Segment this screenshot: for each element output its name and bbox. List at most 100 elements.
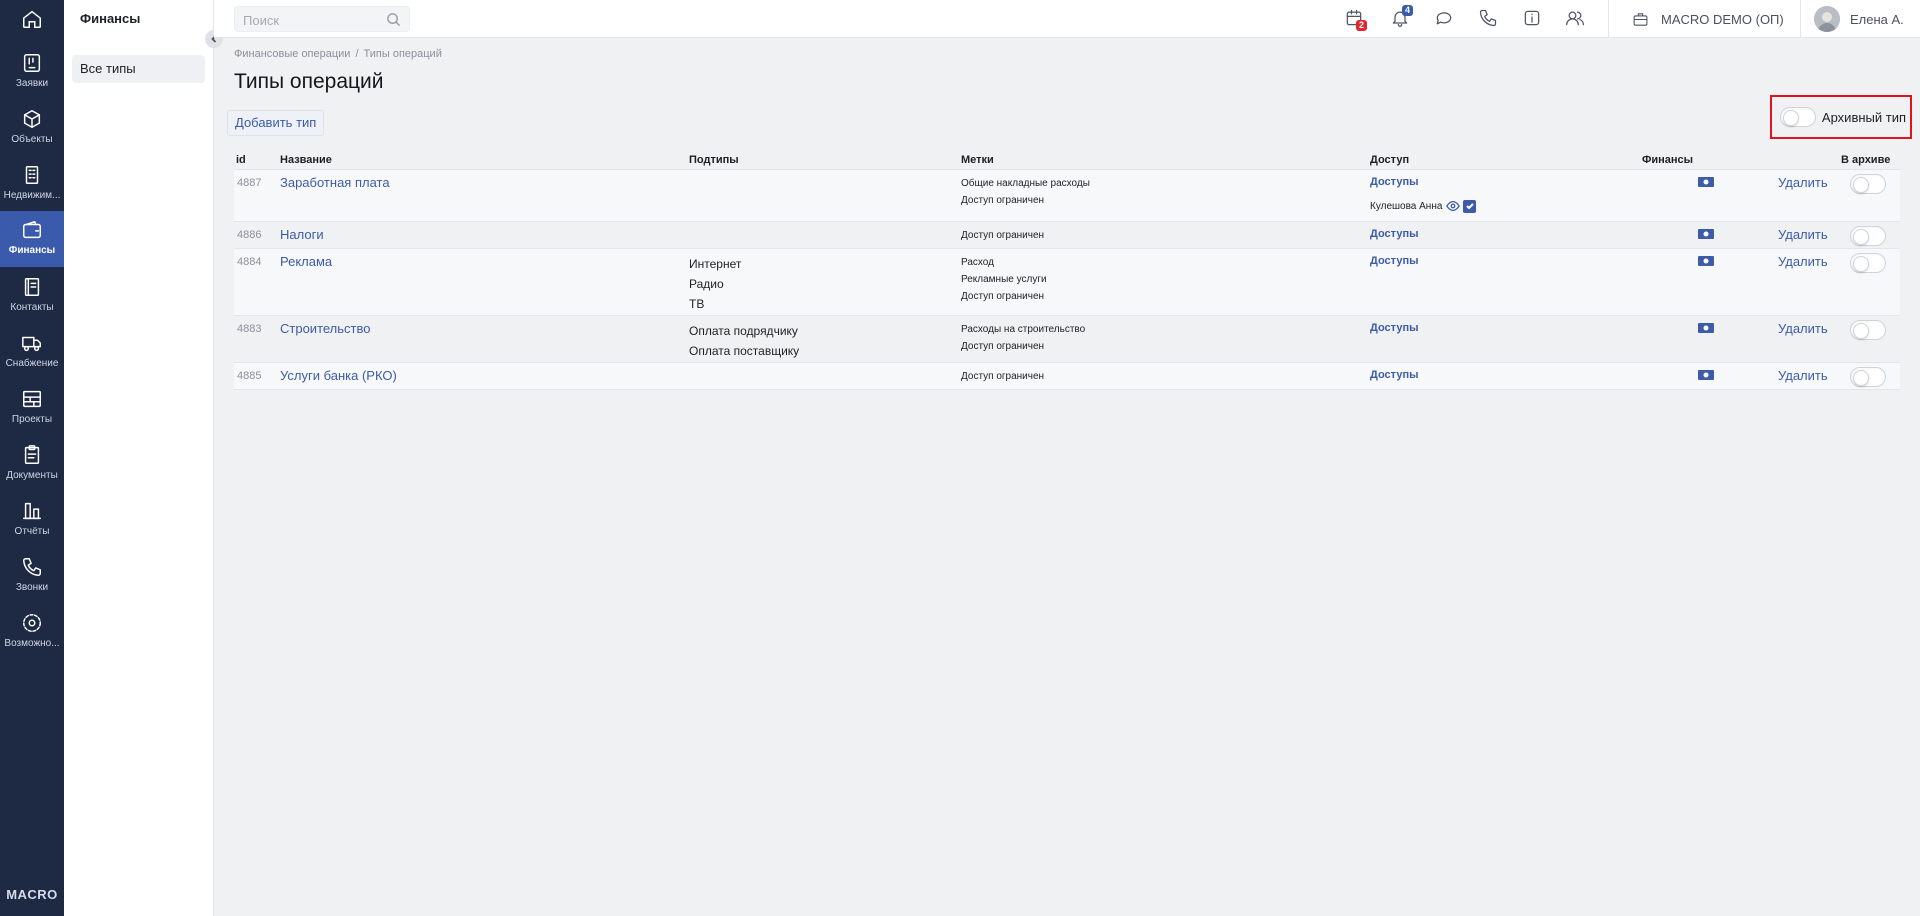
search-input[interactable] <box>243 11 383 29</box>
rail-item-requests[interactable]: Заявки <box>0 44 64 100</box>
rail-item-objects[interactable]: Объекты <box>0 100 64 156</box>
delete-link[interactable]: Удалить <box>1778 227 1828 242</box>
rail-item-contacts[interactable]: Контакты <box>0 268 64 324</box>
finance-icon[interactable] <box>1697 254 1715 271</box>
subtype: Радио <box>689 277 724 291</box>
access-checkbox[interactable] <box>1463 199 1477 213</box>
row-tags: Расходы на строительство Доступ ограниче… <box>961 321 1085 355</box>
finance-icon[interactable] <box>1697 227 1715 244</box>
tag: Расход <box>961 257 994 268</box>
projects-icon <box>23 390 41 408</box>
search-box <box>234 6 410 32</box>
subtype: Интернет <box>689 257 742 271</box>
row-access: Доступы <box>1370 255 1418 267</box>
info-icon <box>1524 10 1540 26</box>
archive-toggle[interactable] <box>1850 320 1886 343</box>
rail-label: Отчёты <box>14 526 50 537</box>
rail-item-finance[interactable]: Финансы <box>0 211 64 267</box>
eye-icon[interactable] <box>1446 199 1461 213</box>
finance-icon[interactable] <box>1697 321 1715 338</box>
row-name-link[interactable]: Услуги банка (РКО) <box>280 368 397 383</box>
notifications-button[interactable]: 4 <box>1390 5 1414 30</box>
row-access: Доступы Кулешова Анна <box>1370 176 1477 213</box>
tag: Доступ ограничен <box>961 291 1045 302</box>
access-link[interactable]: Доступы <box>1370 228 1418 240</box>
delete-link[interactable]: Удалить <box>1778 175 1828 190</box>
row-name-link[interactable]: Заработная плата <box>280 175 390 190</box>
archive-toggle[interactable] <box>1850 253 1886 276</box>
rail-label: Контакты <box>10 302 54 313</box>
archive-type-toggle[interactable] <box>1779 107 1816 127</box>
organization-name: MACRO DEMO (ОП) <box>1661 11 1784 27</box>
column-header-name: Название <box>280 154 332 166</box>
table-row: 4885 Услуги банка (РКО) Доступ ограничен… <box>234 363 1900 390</box>
delete-link[interactable]: Удалить <box>1778 368 1828 383</box>
gear-icon <box>23 614 41 632</box>
row-tags: Расход Рекламные услуги Доступ ограничен <box>961 254 1047 305</box>
divider <box>1608 0 1609 38</box>
tag: Общие накладные расходы <box>961 178 1090 189</box>
building-icon <box>25 166 39 184</box>
add-type-button[interactable]: Добавить тип <box>227 110 325 136</box>
finance-icon[interactable] <box>1697 368 1715 385</box>
row-access: Доступы <box>1370 228 1418 240</box>
row-name-link[interactable]: Реклама <box>280 254 332 269</box>
archive-toggle[interactable] <box>1850 174 1886 197</box>
rail-item-features[interactable]: Возможно... <box>0 604 64 660</box>
main-nav-rail: Заявки Объекты Недвижим... Финансы Конта… <box>0 0 64 916</box>
team-button[interactable] <box>1565 8 1587 30</box>
rail-item-realty[interactable]: Недвижим... <box>0 156 64 212</box>
table-row: 4887 Заработная плата Общие накладные ра… <box>234 170 1900 222</box>
column-header-id: id <box>236 154 246 166</box>
search-icon[interactable] <box>386 12 401 32</box>
rail-label: Возможно... <box>4 638 60 649</box>
chat-button[interactable] <box>1434 8 1456 30</box>
check-icon <box>1466 203 1474 210</box>
column-header-access: Доступ <box>1370 154 1410 166</box>
rail-label: Документы <box>6 470 58 481</box>
user-menu[interactable]: Елена А. <box>1814 0 1904 38</box>
access-link[interactable]: Доступы <box>1370 369 1418 381</box>
calendar-button[interactable]: 2 <box>1344 8 1368 31</box>
rail-label: Снабжение <box>5 358 59 369</box>
rail-item-supply[interactable]: Снабжение <box>0 324 64 380</box>
access-link[interactable]: Доступы <box>1370 255 1418 267</box>
top-bar: 2 4 MACRO DEMO (ОП) Елена А. <box>214 0 1920 38</box>
divider <box>1800 0 1801 38</box>
access-link[interactable]: Доступы <box>1370 176 1418 188</box>
chat-icon <box>1436 12 1452 25</box>
delete-link[interactable]: Удалить <box>1778 254 1828 269</box>
rail-item-calls[interactable]: Звонки <box>0 548 64 604</box>
archive-toggle[interactable] <box>1850 226 1886 249</box>
column-header-tags: Метки <box>961 154 994 166</box>
archive-type-filter[interactable]: Архивный тип <box>1770 95 1912 139</box>
archive-toggle[interactable] <box>1850 367 1886 390</box>
home-icon <box>23 10 41 28</box>
avatar <box>1814 6 1840 32</box>
organization-switcher[interactable]: MACRO DEMO (ОП) <box>1632 0 1784 38</box>
table-header: id Название Подтипы Метки Доступ Финансы… <box>234 152 1900 170</box>
finance-icon[interactable] <box>1697 175 1715 192</box>
tag: Доступ ограничен <box>961 230 1045 241</box>
delete-link[interactable]: Удалить <box>1778 321 1828 336</box>
home-button[interactable] <box>0 0 64 38</box>
access-link[interactable]: Доступы <box>1370 322 1418 334</box>
row-name-link[interactable]: Строительство <box>280 321 370 336</box>
rail-item-reports[interactable]: Отчёты <box>0 492 64 548</box>
tag: Доступ ограничен <box>961 195 1045 206</box>
calls-button[interactable] <box>1478 8 1500 30</box>
rail-item-documents[interactable]: Документы <box>0 436 64 492</box>
section-title: Финансы <box>80 11 141 26</box>
column-header-subtypes: Подтипы <box>689 154 739 166</box>
tag: Расходы на строительство <box>961 324 1086 335</box>
sidebar-item-all-types[interactable]: Все типы <box>72 55 205 83</box>
app-root: Заявки Объекты Недвижим... Финансы Конта… <box>0 0 1920 916</box>
rail-item-projects[interactable]: Проекты <box>0 380 64 436</box>
breadcrumb-parent-link[interactable]: Финансовые операции <box>234 48 350 60</box>
info-button[interactable] <box>1522 8 1544 30</box>
notifications-badge: 4 <box>1402 5 1414 16</box>
row-name-link[interactable]: Налоги <box>280 227 324 242</box>
truck-icon <box>22 336 41 352</box>
row-id: 4885 <box>237 370 262 382</box>
table-row: 4886 Налоги Доступ ограничен Доступы Уда… <box>234 222 1900 249</box>
